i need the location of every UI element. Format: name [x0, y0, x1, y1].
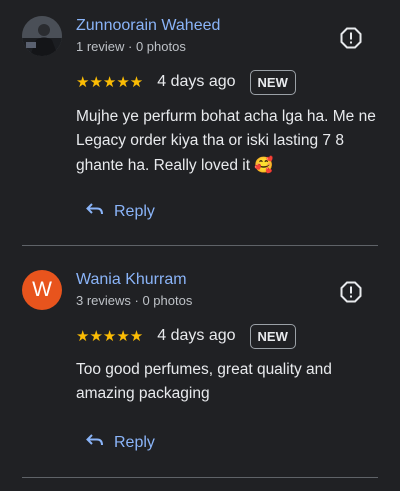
- avatar[interactable]: W: [22, 270, 62, 310]
- rating-row: ★★★★★ 4 days ago NEW: [76, 69, 296, 95]
- smiling-face-with-hearts-emoji: 🥰: [254, 156, 274, 174]
- reply-arrow-icon: [86, 202, 104, 221]
- reply-arrow-icon: [86, 433, 104, 452]
- divider: [22, 477, 378, 478]
- report-review-icon[interactable]: [340, 281, 362, 303]
- reply-button[interactable]: Reply: [86, 202, 155, 221]
- report-review-icon[interactable]: [340, 27, 362, 49]
- review-date: 4 days ago: [157, 73, 236, 90]
- author-name[interactable]: Zunnoorain Waheed: [76, 17, 220, 35]
- review-text: Mujhe ye perfurm bohat acha lga ha. Me n…: [76, 105, 386, 178]
- new-badge: NEW: [249, 323, 296, 349]
- reply-label: Reply: [114, 433, 155, 451]
- review-text: Too good perfumes, great quality and ama…: [76, 361, 332, 402]
- reply-button[interactable]: Reply: [86, 433, 155, 452]
- star-rating: ★★★★★: [76, 72, 144, 91]
- author-meta: 1 review · 0 photos: [76, 39, 186, 54]
- divider: [22, 245, 378, 246]
- author-name[interactable]: Wania Khurram: [76, 271, 187, 289]
- new-badge: NEW: [249, 69, 296, 95]
- review-date: 4 days ago: [157, 327, 236, 344]
- review-text-body: Mujhe ye perfurm bohat acha lga ha. Me n…: [76, 108, 376, 174]
- rating-row: ★★★★★ 4 days ago NEW: [76, 323, 296, 349]
- star-rating: ★★★★★: [76, 326, 144, 345]
- avatar[interactable]: [22, 16, 62, 56]
- author-meta: 3 reviews · 0 photos: [76, 293, 193, 308]
- reply-label: Reply: [114, 202, 155, 220]
